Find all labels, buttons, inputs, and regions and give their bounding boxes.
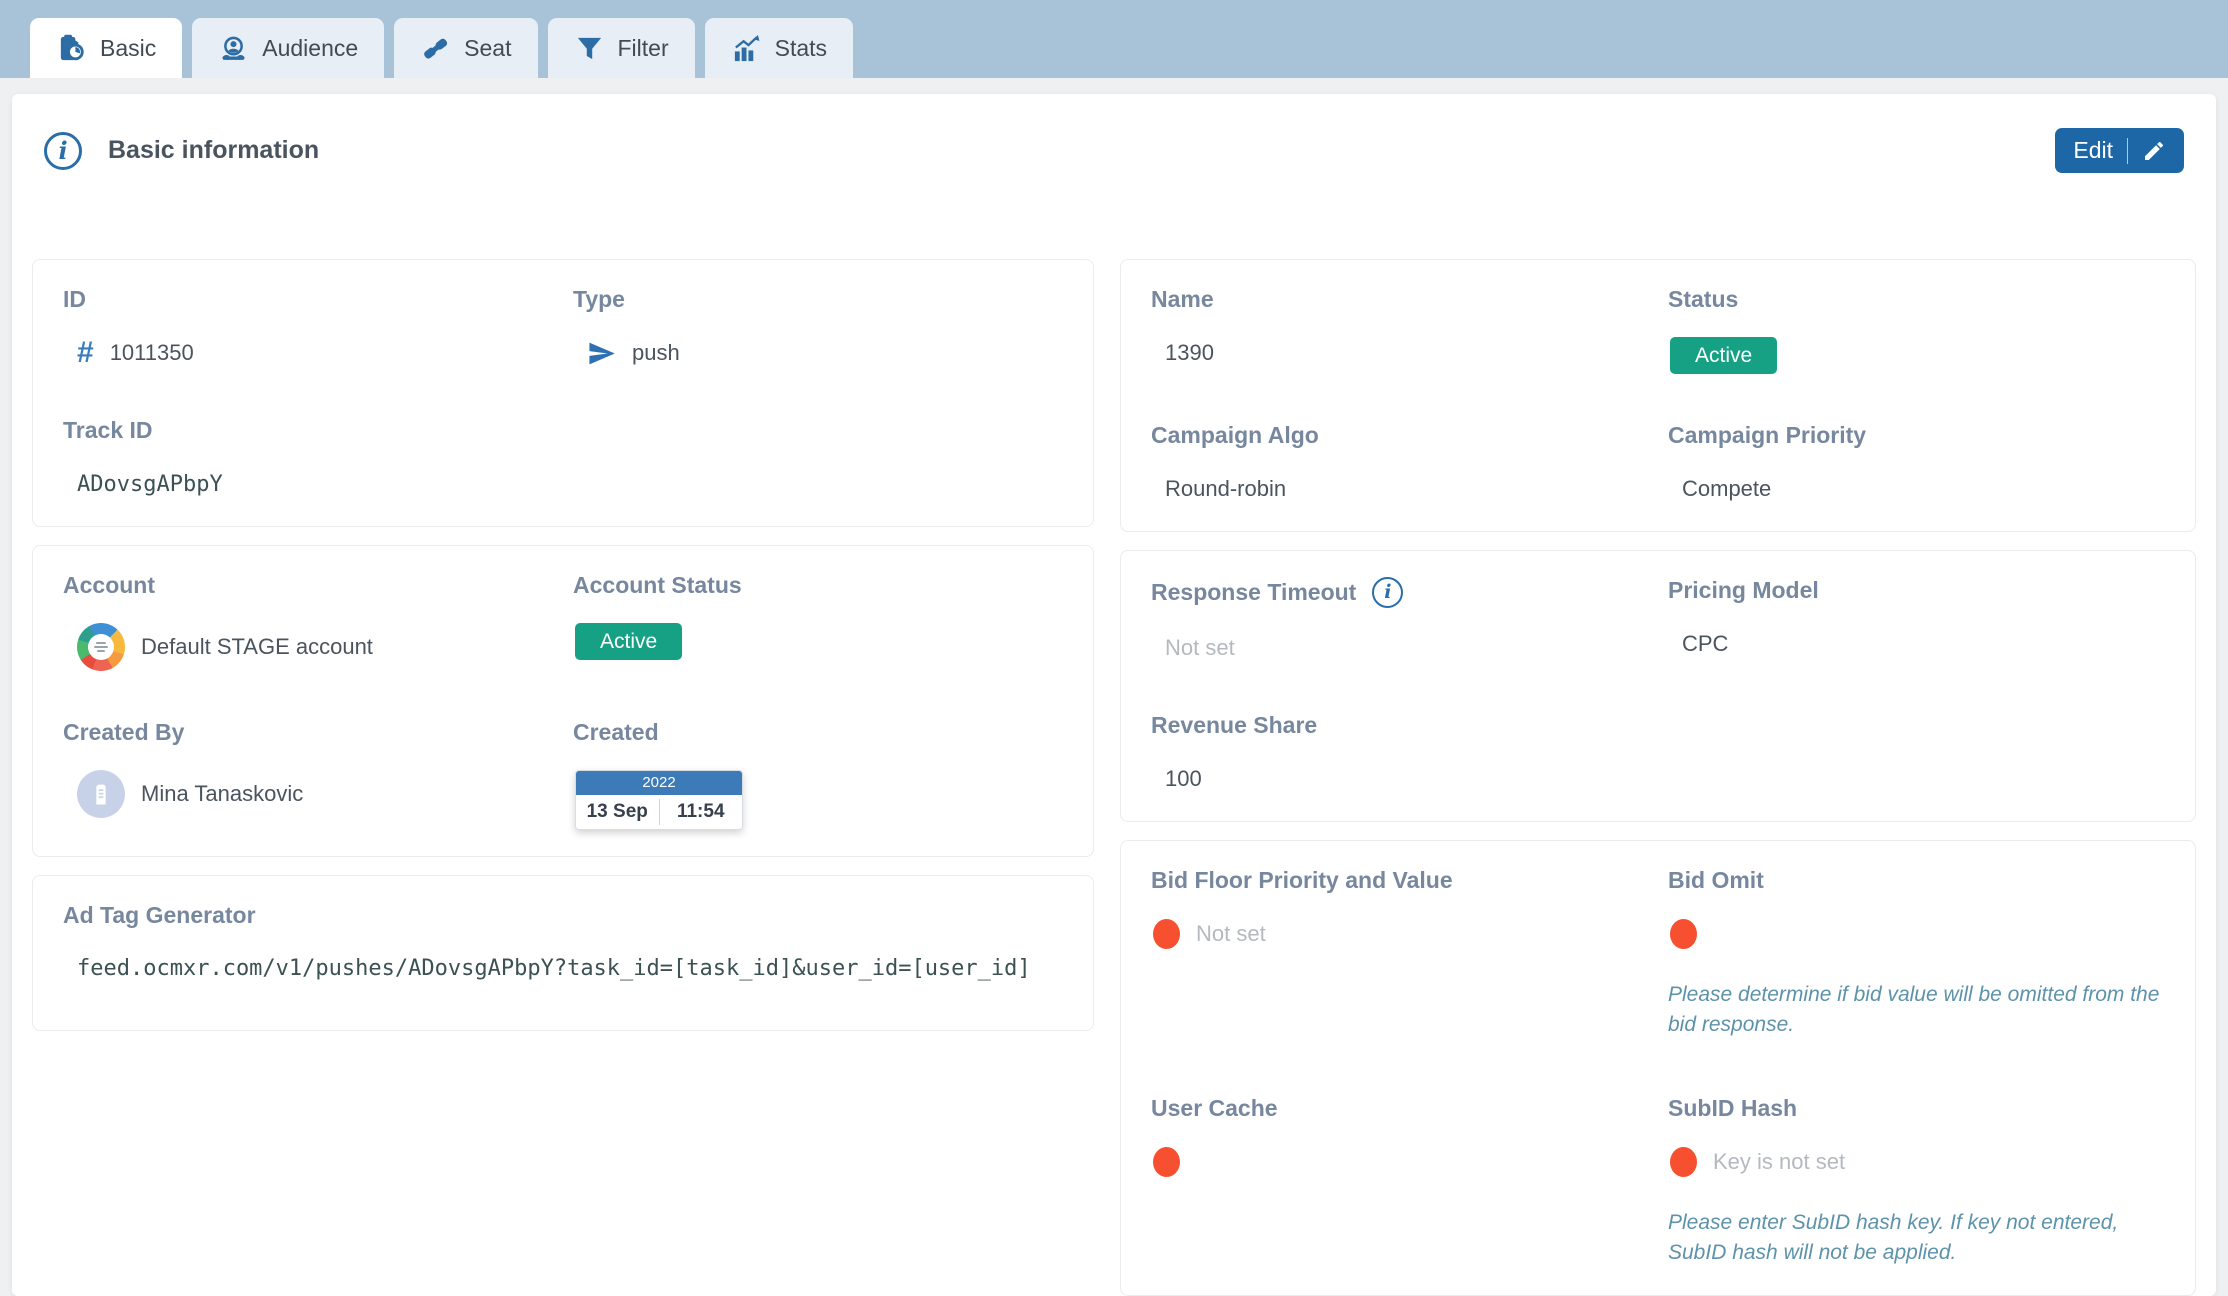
tab-basic[interactable]: Basic [30,18,182,78]
red-status-dot [1153,919,1180,949]
field-status: Status Active [1668,286,2165,374]
field-type: Type push [573,286,1063,369]
field-response-timeout: Response Timeout i Not set [1151,577,1648,664]
tab-audience[interactable]: Audience [192,18,384,78]
hash-icon: # [77,338,94,368]
subid-hash-note: Please enter SubID hash key. If key not … [1668,1208,2165,1269]
user-avatar [77,770,125,818]
field-bid-floor: Bid Floor Priority and Value Not set [1151,867,1648,1041]
field-created: Created 2022 13 Sep 11:54 [573,719,1063,830]
bidding-card: Bid Floor Priority and Value Not set Bid… [1120,840,2196,1296]
field-campaign-priority: Campaign Priority Compete [1668,422,2165,505]
red-status-dot [1670,919,1697,949]
bid-omit-note: Please determine if bid value will be om… [1668,980,2165,1041]
tab-filter[interactable]: Filter [548,18,695,78]
tab-bar: Basic Audience Seat [0,0,2228,78]
campaign-priority-label: Campaign Priority [1668,422,2165,449]
paper-plane-icon [587,339,616,368]
button-divider [2127,138,2128,164]
panel-header: i Basic information Edit [30,128,2198,173]
created-by-value: Mina Tanaskovic [141,781,303,807]
bid-floor-label: Bid Floor Priority and Value [1151,867,1648,894]
bid-omit-label: Bid Omit [1668,867,2165,894]
field-bid-omit: Bid Omit Please determine if bid value w… [1668,867,2165,1041]
id-label: ID [63,286,553,313]
date-chip-year: 2022 [576,771,742,795]
field-id: ID # 1011350 [63,286,553,369]
track-id-label: Track ID [63,417,553,444]
pricing-model-label: Pricing Model [1668,577,2165,604]
tab-basic-label: Basic [100,35,156,62]
tab-seat-label: Seat [464,35,511,62]
type-label: Type [573,286,1063,313]
name-value: 1390 [1151,337,1648,369]
bid-floor-value: Not set [1196,921,1266,947]
field-created-by: Created By Mina Tanaskovic [63,719,553,830]
campaign-priority-value: Compete [1668,473,2165,505]
field-subid-hash: SubID Hash Key is not set Please enter S… [1668,1095,2165,1269]
seat-icon [420,33,451,64]
status-badge: Active [1670,337,1777,374]
status-label: Status [1668,286,2165,313]
field-pricing-model: Pricing Model CPC [1668,577,2165,664]
field-account: Account Default STAGE account [63,572,553,671]
field-campaign-algo: Campaign Algo Round-robin [1151,422,1648,505]
stats-chart-icon [731,33,762,64]
account-logo-avatar [77,623,125,671]
filter-icon [574,33,605,64]
field-revenue-share: Revenue Share 100 [1151,712,1648,795]
red-status-dot [1153,1147,1180,1177]
pencil-icon [2142,139,2166,163]
tab-stats-label: Stats [775,35,827,62]
date-chip-date: 13 Sep [576,795,659,829]
field-track-id: Track ID ADovsgAPbpY [63,417,553,500]
revenue-share-label: Revenue Share [1151,712,1648,739]
edit-button-label: Edit [2073,137,2113,164]
tab-seat[interactable]: Seat [394,18,537,78]
field-account-status: Account Status Active [573,572,1063,671]
account-value: Default STAGE account [141,634,373,660]
id-value: 1011350 [110,340,194,366]
created-date-chip: 2022 13 Sep 11:54 [575,770,743,830]
identity-card: ID # 1011350 Type push [32,259,1094,527]
basic-information-panel: i Basic information Edit ID # 1011350 [12,94,2216,1296]
campaign-algo-label: Campaign Algo [1151,422,1648,449]
user-cache-label: User Cache [1151,1095,1648,1122]
status-badge: Active [575,623,682,660]
info-icon[interactable]: i [1372,577,1403,608]
track-id-value: ADovsgAPbpY [63,468,553,500]
ad-tag-card: Ad Tag Generator feed.ocmxr.com/v1/pushe… [32,875,1094,1031]
revenue-share-value: 100 [1151,763,1648,795]
field-user-cache: User Cache [1151,1095,1648,1269]
response-timeout-label: Response Timeout [1151,579,1356,606]
subid-hash-value: Key is not set [1713,1149,1845,1175]
page-title: Basic information [108,136,319,165]
clipboard-timer-icon [56,33,87,64]
date-chip-time: 11:54 [660,795,743,829]
audience-icon [218,33,249,64]
created-by-label: Created By [63,719,553,746]
response-timeout-value: Not set [1151,632,1648,664]
type-value: push [632,340,680,366]
pricing-model-value: CPC [1668,628,2165,660]
ad-tag-value: feed.ocmxr.com/v1/pushes/ADovsgAPbpY?tas… [63,953,1063,985]
pricing-card: Response Timeout i Not set Pricing Model… [1120,550,2196,822]
name-label: Name [1151,286,1648,313]
account-label: Account [63,572,553,599]
field-name: Name 1390 [1151,286,1648,374]
info-icon: i [44,132,82,170]
tab-stats[interactable]: Stats [705,18,853,78]
field-ad-tag: Ad Tag Generator feed.ocmxr.com/v1/pushe… [63,902,1063,985]
campaign-algo-value: Round-robin [1151,473,1648,505]
created-label: Created [573,719,1063,746]
subid-hash-label: SubID Hash [1668,1095,2165,1122]
account-card: Account Default STAGE account Account St… [32,545,1094,857]
ad-tag-label: Ad Tag Generator [63,902,1063,929]
tab-audience-label: Audience [262,35,358,62]
campaign-card: Name 1390 Status Active Campaign Algo Ro… [1120,259,2196,532]
tab-filter-label: Filter [618,35,669,62]
red-status-dot [1670,1147,1697,1177]
edit-button[interactable]: Edit [2055,128,2184,173]
account-status-label: Account Status [573,572,1063,599]
